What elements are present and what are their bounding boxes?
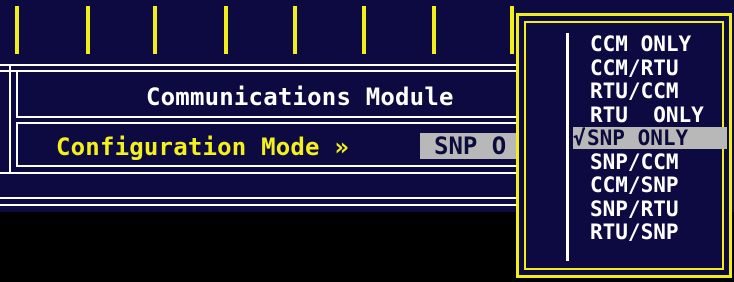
mode-option-label: SNP/RTU	[590, 196, 679, 221]
ruler-tick	[510, 6, 514, 54]
mode-option-label: CCM ONLY	[590, 32, 692, 56]
ruler-tick	[224, 6, 228, 54]
mode-option-label: CCM/SNP	[590, 173, 679, 197]
mode-option[interactable]: SNP/CCM	[590, 151, 728, 173]
mode-option-label: SNP ONLY	[587, 126, 689, 150]
mode-option[interactable]: RTU ONLY	[590, 104, 728, 126]
mode-option-label: CCM/RTU	[590, 55, 679, 80]
mode-option[interactable]: RTU/SNP	[590, 221, 728, 243]
configuration-mode-label: Configuration Mode »	[56, 133, 349, 161]
mode-option[interactable]: RTU/CCM	[590, 80, 728, 102]
mode-option[interactable]: SNP/RTU	[590, 198, 728, 220]
mode-option-selected[interactable]: √SNP ONLY	[573, 127, 727, 149]
mode-option-label: RTU ONLY	[590, 102, 704, 127]
mode-option-label: SNP/CCM	[590, 149, 679, 174]
ruler-tick	[86, 6, 90, 54]
checkmark-icon: √	[573, 126, 586, 150]
mode-option-label: RTU/CCM	[590, 79, 679, 103]
ruler-tick	[362, 6, 366, 54]
mode-option[interactable]: CCM/SNP	[590, 174, 728, 196]
ruler-tick	[432, 6, 436, 54]
ruler-tick	[153, 6, 157, 54]
ruler-tick	[293, 6, 297, 54]
mode-option[interactable]: CCM/RTU	[590, 57, 728, 79]
mode-option-label: RTU/SNP	[590, 220, 679, 244]
popup-scroll-bar	[566, 33, 569, 261]
ruler-tick	[15, 6, 19, 54]
mode-option[interactable]: CCM ONLY	[590, 33, 728, 55]
panel-title: Communications Module	[146, 83, 454, 111]
